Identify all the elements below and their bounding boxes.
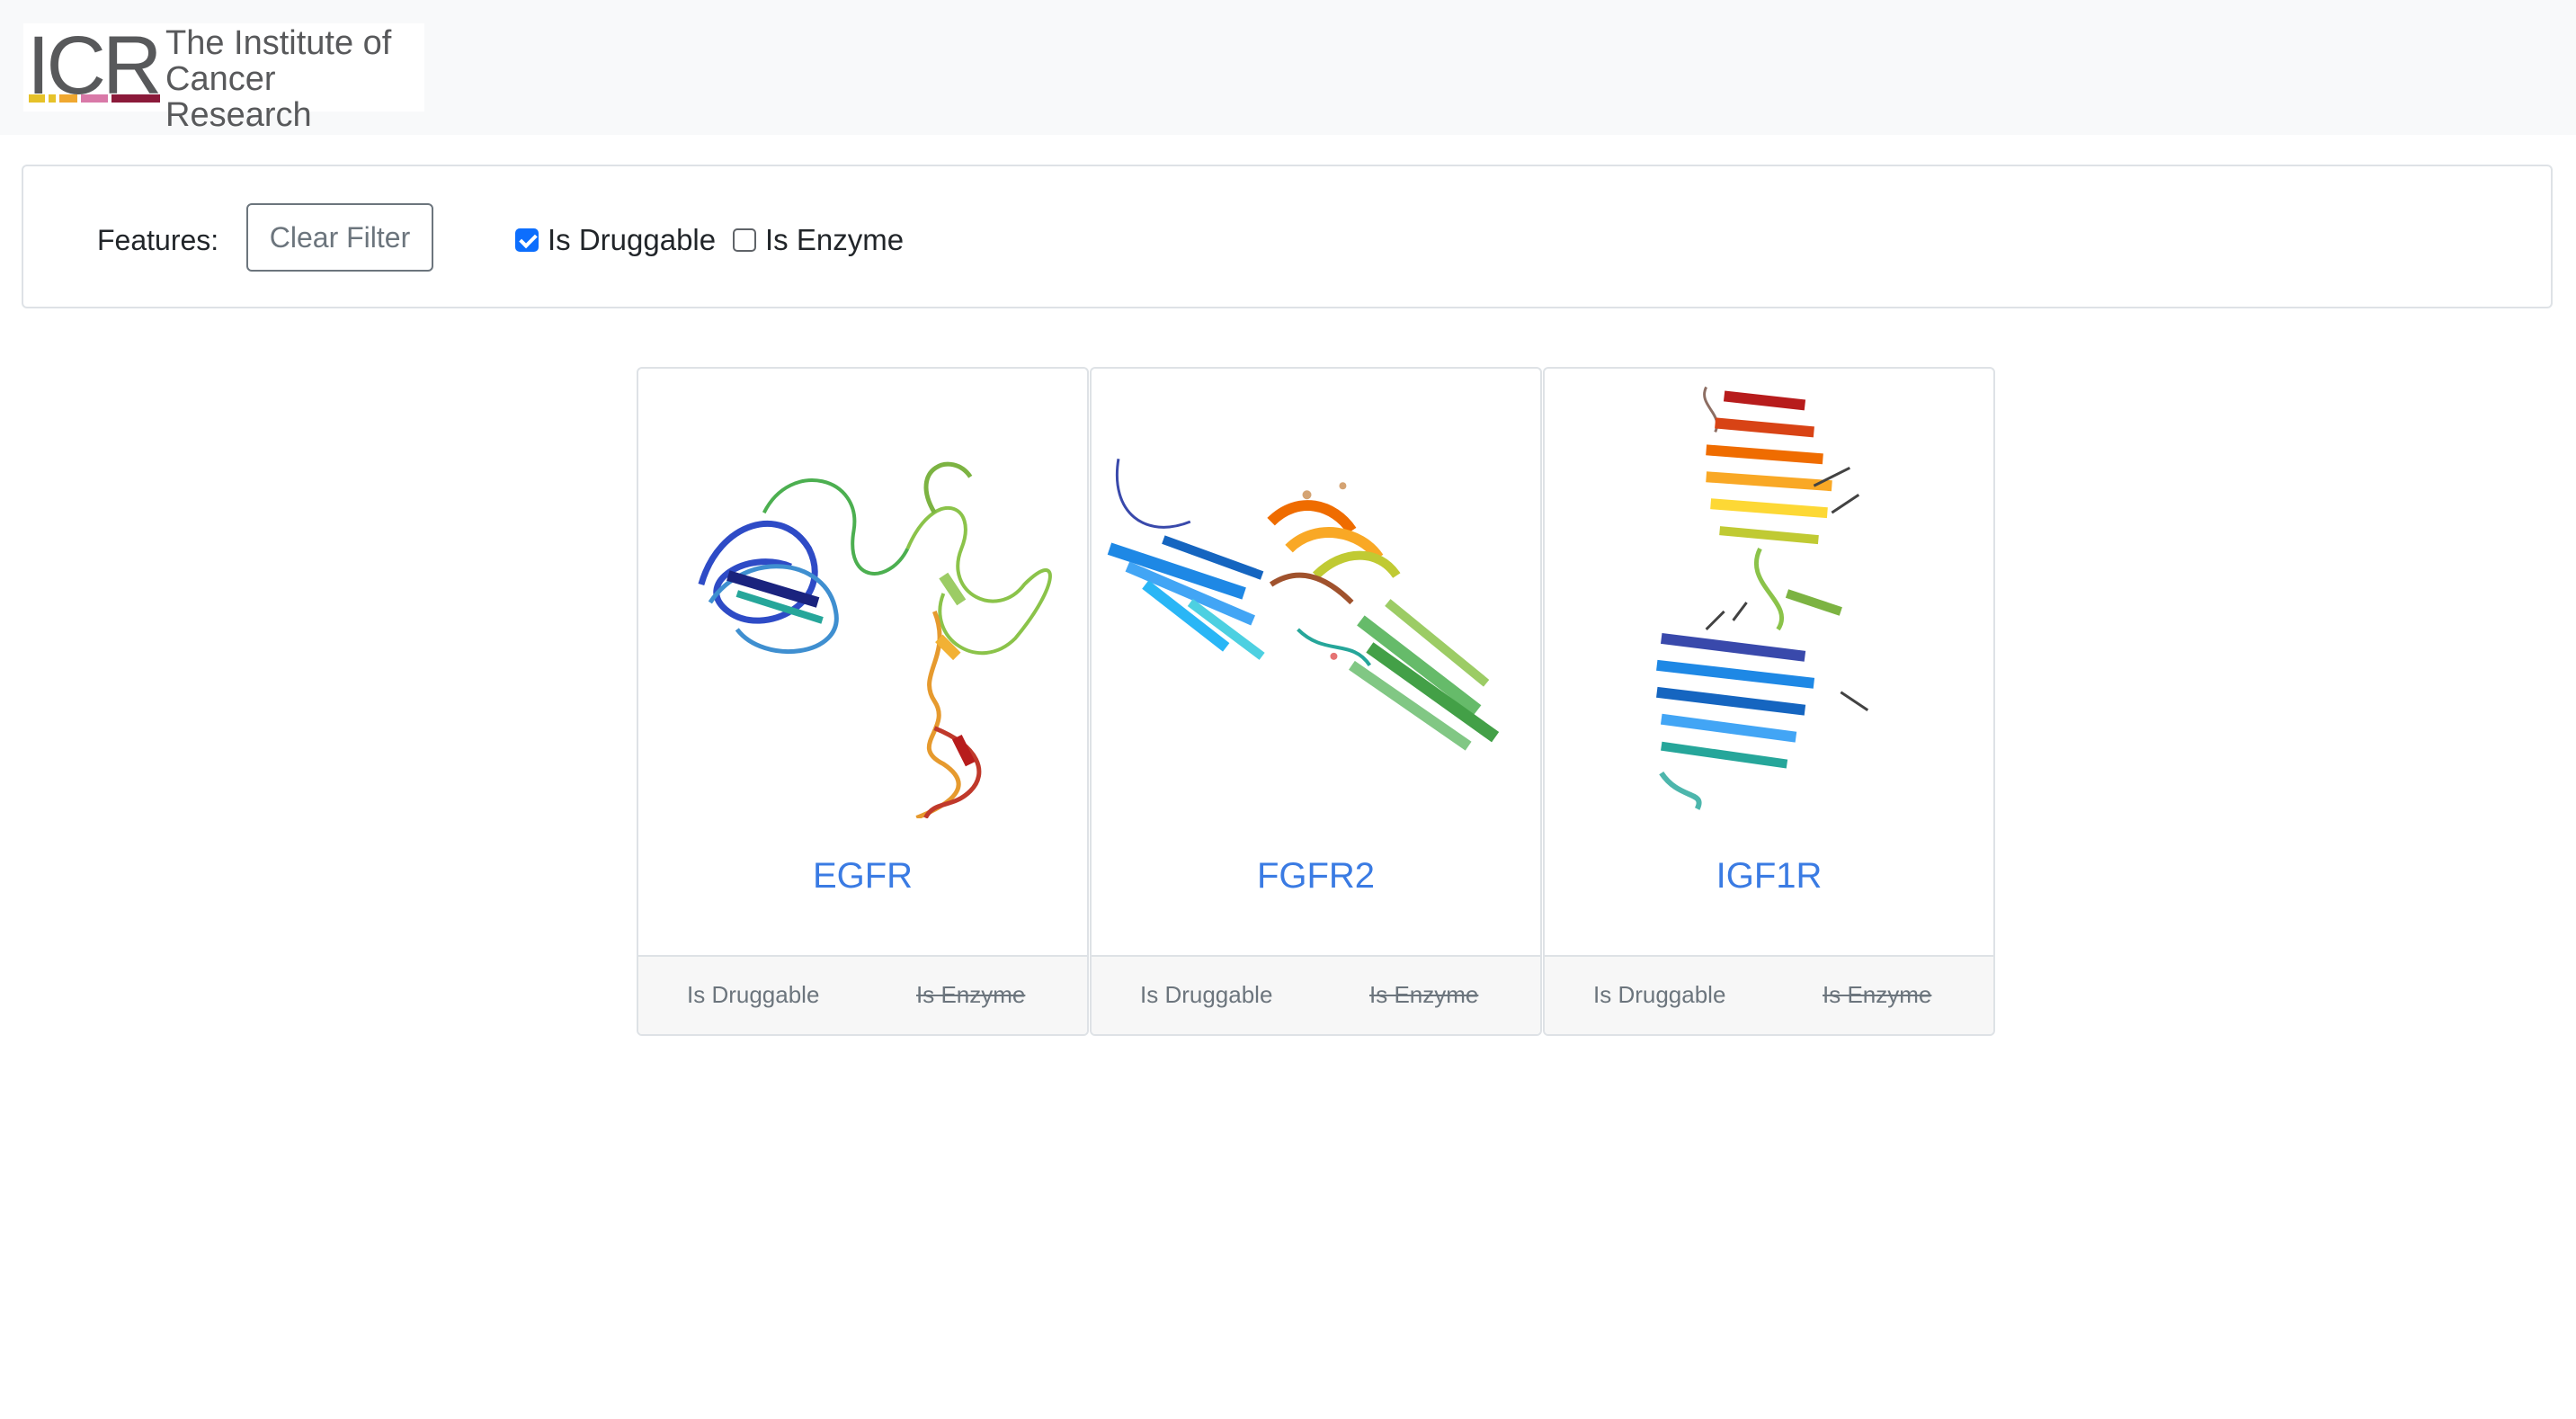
feature-is-enzyme: Is Enzyme [1823, 981, 1932, 1008]
feature-is-druggable: Is Druggable [687, 981, 820, 1008]
logo-bar-orange [59, 94, 77, 103]
egfr-ribbon-icon [698, 461, 1052, 818]
logo-bar-maroon [111, 94, 160, 103]
target-card-fgfr2: FGFR2 Is Druggable Is Enzyme [1090, 367, 1542, 1036]
logo-bar-yellow [29, 94, 45, 103]
target-card-igf1r: IGF1R Is Druggable Is Enzyme [1543, 367, 1995, 1036]
card-title-link[interactable]: IGF1R [1545, 854, 1993, 897]
checkbox-unchecked-icon[interactable] [733, 228, 756, 252]
filter-panel: Features: Clear Filter Is Druggable Is E… [22, 165, 2553, 308]
feature-is-druggable: Is Druggable [1593, 981, 1726, 1008]
target-card-egfr: EGFR Is Druggable Is Enzyme [637, 367, 1089, 1036]
checkbox-checked-icon[interactable] [515, 228, 539, 252]
clear-filter-button[interactable]: Clear Filter [246, 203, 433, 272]
feature-is-enzyme: Is Enzyme [1369, 981, 1479, 1008]
logo-color-bars [29, 94, 160, 103]
protein-structure-image [1545, 369, 1993, 818]
protein-structure-image [638, 369, 1087, 818]
card-title-link[interactable]: FGFR2 [1092, 854, 1540, 897]
icr-logo[interactable]: ICR The Institute of Cancer Research [23, 22, 424, 133]
is-enzyme-checkbox[interactable]: Is Enzyme [733, 222, 904, 258]
logo-line2: Cancer Research [165, 60, 312, 134]
card-title-link[interactable]: EGFR [638, 854, 1087, 897]
features-label: Features: [97, 224, 219, 256]
is-druggable-checkbox[interactable]: Is Druggable [515, 222, 716, 258]
logo-wordmark: The Institute of Cancer Research [165, 25, 424, 133]
logo-line1: The Institute of [165, 24, 392, 62]
logo-bar-yellow-2 [49, 94, 56, 103]
logo-bar-pink [81, 94, 108, 103]
card-footer: Is Druggable Is Enzyme [1545, 955, 1993, 1034]
protein-structure-image [1092, 369, 1540, 818]
feature-is-druggable: Is Druggable [1140, 981, 1273, 1008]
card-footer: Is Druggable Is Enzyme [638, 955, 1087, 1034]
fgfr2-ribbon-icon [1107, 459, 1500, 751]
feature-is-enzyme: Is Enzyme [916, 981, 1026, 1008]
igf1r-ribbon-icon [1656, 386, 1869, 810]
is-druggable-label: Is Druggable [548, 223, 717, 256]
card-footer: Is Druggable Is Enzyme [1092, 955, 1540, 1034]
navbar: ICR The Institute of Cancer Research [0, 0, 2576, 135]
is-enzyme-label: Is Enzyme [765, 223, 905, 256]
